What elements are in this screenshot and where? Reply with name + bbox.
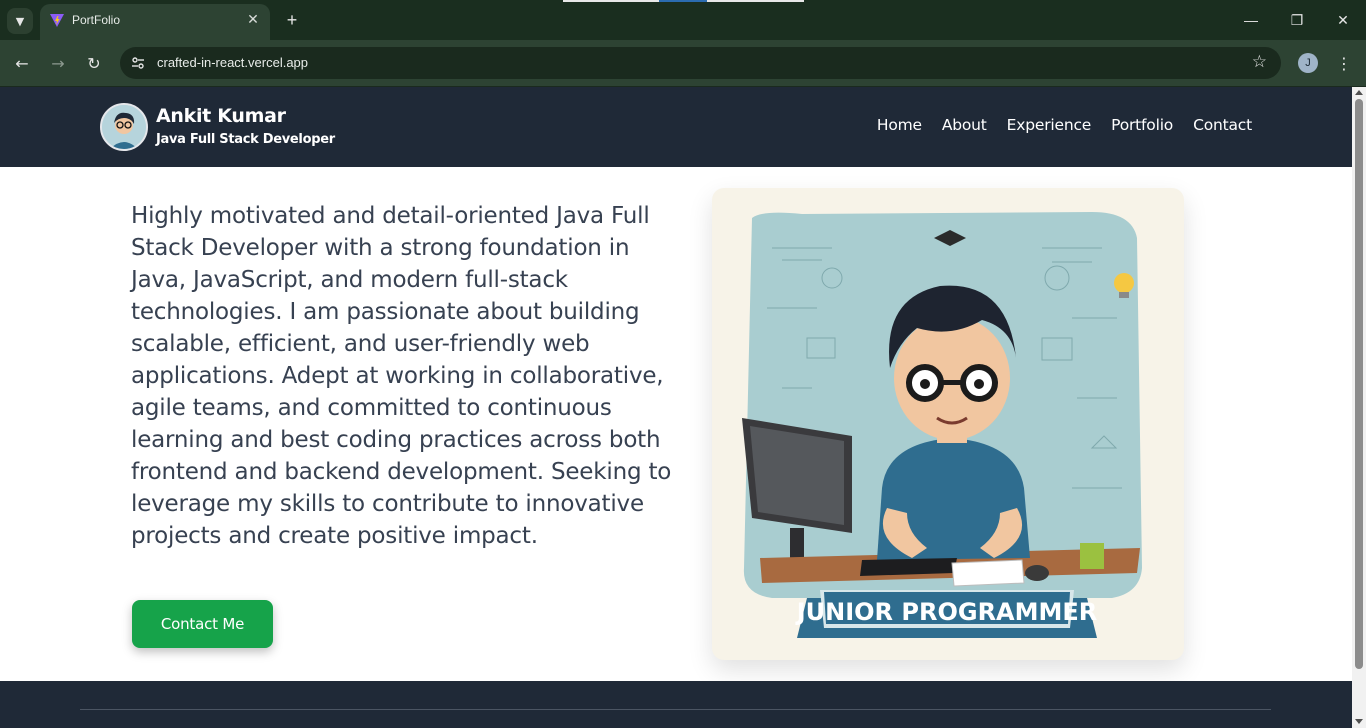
- restore-icon[interactable]: ❐: [1274, 8, 1320, 32]
- site-info-icon[interactable]: [130, 55, 146, 71]
- illustration-banner-text: JUNIOR PROGRAMMER: [795, 598, 1098, 626]
- nav-experience[interactable]: Experience: [1007, 116, 1092, 134]
- back-icon[interactable]: ←: [11, 52, 33, 74]
- avatar: [100, 103, 148, 151]
- brand-name: Ankit Kumar: [156, 105, 286, 127]
- site-header: Ankit Kumar Java Full Stack Developer Ho…: [0, 87, 1352, 167]
- window-close-icon[interactable]: ✕: [1320, 8, 1366, 32]
- browser-tab-bar: ▼ PortFolio ✕ + — ❐ ✕: [0, 0, 1366, 40]
- nav-about[interactable]: About: [942, 116, 987, 134]
- nav-home[interactable]: Home: [877, 116, 922, 134]
- browser-toolbar: ← → ↻ crafted-in-react.vercel.app ☆ J ⋮: [0, 40, 1366, 87]
- tab-title: PortFolio: [72, 13, 121, 27]
- reload-icon[interactable]: ↻: [83, 52, 105, 74]
- nav-contact[interactable]: Contact: [1193, 116, 1252, 134]
- plus-icon[interactable]: +: [281, 9, 303, 31]
- nav-portfolio[interactable]: Portfolio: [1111, 116, 1173, 134]
- scroll-thumb[interactable]: [1355, 99, 1363, 669]
- star-icon[interactable]: ☆: [1252, 52, 1267, 72]
- vite-logo-icon: [50, 14, 64, 27]
- page-viewport: Ankit Kumar Java Full Stack Developer Ho…: [0, 87, 1352, 728]
- intro-paragraph: Highly motivated and detail-oriented Jav…: [131, 203, 672, 549]
- minimize-icon[interactable]: —: [1228, 8, 1274, 32]
- page-scrollbar[interactable]: [1352, 87, 1366, 728]
- forward-icon[interactable]: →: [47, 52, 69, 74]
- browser-tab[interactable]: PortFolio ✕: [40, 4, 270, 40]
- profile-avatar[interactable]: J: [1298, 53, 1318, 73]
- site-footer: [0, 681, 1352, 728]
- hero-illustration: JUNIOR PROGRAMMER: [712, 188, 1184, 660]
- close-icon[interactable]: ✕: [244, 11, 262, 29]
- brand-role: Java Full Stack Developer: [156, 132, 335, 147]
- tab-search-icon[interactable]: ▼: [7, 8, 33, 34]
- main-nav: Home About Experience Portfolio Contact: [877, 116, 1252, 134]
- scroll-up-icon[interactable]: [1355, 90, 1363, 95]
- kebab-menu-icon[interactable]: ⋮: [1335, 52, 1353, 74]
- tab-strip-indicator: [563, 0, 804, 2]
- contact-me-button[interactable]: Contact Me: [132, 600, 273, 648]
- address-bar[interactable]: crafted-in-react.vercel.app ☆: [120, 47, 1281, 79]
- url-text[interactable]: crafted-in-react.vercel.app: [157, 55, 308, 70]
- scroll-down-icon[interactable]: [1355, 719, 1363, 724]
- footer-divider: [80, 709, 1271, 710]
